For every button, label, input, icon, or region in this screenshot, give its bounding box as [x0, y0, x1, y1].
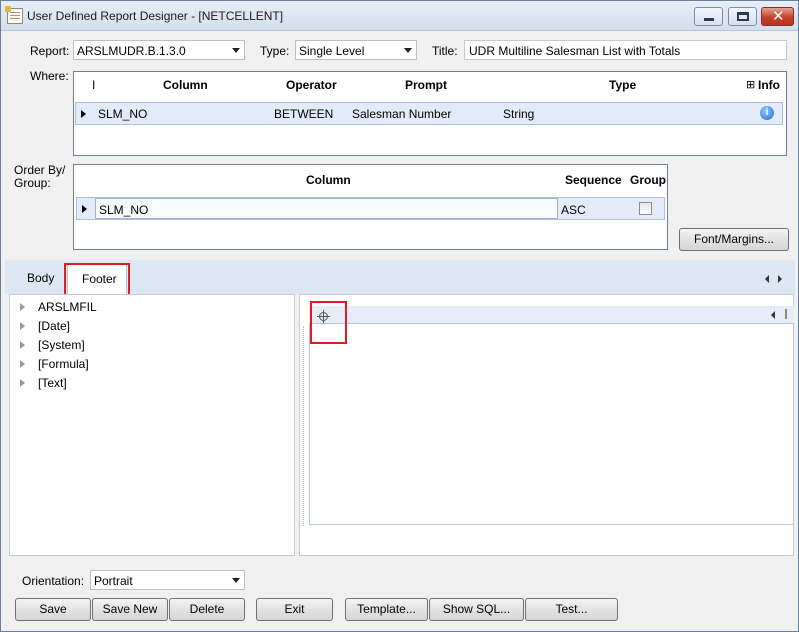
tab-scroll-right-icon[interactable] — [778, 275, 782, 283]
expand-arrow-icon[interactable] — [20, 379, 25, 387]
report-select[interactable]: ARSLMUDR.B.1.3.0 — [73, 40, 245, 60]
highlight-move-handle — [310, 301, 347, 344]
where-col-prompt: Prompt — [405, 78, 447, 92]
field-tree-panel: ARSLMFIL [Date] [System] [Formula] [Text… — [9, 294, 295, 556]
order-row-column-cell[interactable]: SLM_NO — [95, 198, 558, 219]
tree-item-label: ARSLMFIL — [38, 300, 97, 314]
row-selector-arrow-icon — [81, 110, 86, 118]
where-label: Where: — [30, 69, 69, 83]
scroll-left-icon[interactable] — [771, 311, 775, 319]
save-button[interactable]: Save — [15, 598, 91, 621]
order-by-label: Order By/ Group: — [14, 163, 66, 190]
save-new-button[interactable]: Save New — [92, 598, 168, 621]
where-row-column: SLM_NO — [98, 107, 148, 121]
expand-arrow-icon[interactable] — [20, 303, 25, 311]
tree-item-text[interactable]: [Text] — [10, 374, 290, 392]
font-margins-button[interactable]: Font/Margins... — [679, 228, 789, 251]
where-col-info: Info — [758, 78, 780, 92]
splitter[interactable] — [303, 326, 304, 526]
row-selector-arrow-icon — [82, 205, 87, 213]
report-select-value: ARSLMUDR.B.1.3.0 — [77, 44, 186, 58]
where-row-prompt: Salesman Number — [352, 107, 452, 121]
where-col-indicator: I — [92, 78, 96, 92]
template-button[interactable]: Template... — [345, 598, 428, 621]
app-report-icon — [5, 6, 23, 24]
maximize-icon — [737, 12, 749, 21]
window-title: User Defined Report Designer - [NETCELLE… — [27, 9, 284, 23]
orientation-label: Orientation: — [22, 574, 85, 588]
close-button[interactable]: ✕ — [761, 7, 794, 26]
title-bar: User Defined Report Designer - [NETCELLE… — [1, 1, 798, 31]
footer-design-header — [309, 306, 794, 324]
title-input-value: UDR Multiline Salesman List with Totals — [469, 44, 681, 58]
tree-item-label: [System] — [38, 338, 85, 352]
show-sql-button[interactable]: Show SQL... — [429, 598, 524, 621]
order-col-column: Column — [306, 173, 351, 187]
info-icon[interactable]: i — [760, 106, 774, 120]
expand-arrow-icon[interactable] — [20, 341, 25, 349]
footer-design-surface[interactable] — [309, 306, 794, 525]
title-label: Title: — [432, 44, 458, 58]
maximize-button[interactable] — [728, 7, 757, 26]
type-select[interactable]: Single Level — [295, 40, 417, 60]
where-col-column: Column — [163, 78, 208, 92]
tab-scroll-left-icon[interactable] — [765, 275, 769, 283]
close-icon: ✕ — [772, 8, 785, 25]
where-row-operator: BETWEEN — [274, 107, 334, 121]
minimize-button[interactable] — [694, 7, 723, 26]
report-designer-window: User Defined Report Designer - [NETCELLE… — [0, 0, 799, 632]
type-select-value: Single Level — [299, 44, 365, 58]
report-label: Report: — [30, 44, 70, 58]
order-row-sequence: ASC — [561, 203, 586, 217]
order-col-sequence: Sequence — [565, 173, 622, 187]
tree-item-label: [Formula] — [38, 357, 89, 371]
expand-arrow-icon[interactable] — [20, 322, 25, 330]
minimize-icon — [704, 18, 714, 21]
tree-item-formula[interactable]: [Formula] — [10, 355, 290, 373]
test-button[interactable]: Test... — [525, 598, 618, 621]
type-label: Type: — [260, 44, 290, 58]
where-col-operator: Operator — [286, 78, 337, 92]
chevron-down-icon — [232, 48, 240, 53]
order-row-column: SLM_NO — [99, 203, 149, 217]
delete-button[interactable]: Delete — [169, 598, 245, 621]
chevron-down-icon — [404, 48, 412, 53]
where-col-type: Type — [609, 78, 637, 92]
tab-body[interactable]: Body — [27, 271, 54, 285]
tree-item-date[interactable]: [Date] — [10, 317, 290, 335]
tree-item-system[interactable]: [System] — [10, 336, 290, 354]
title-input[interactable]: UDR Multiline Salesman List with Totals — [464, 40, 787, 60]
chevron-down-icon — [232, 578, 240, 583]
orientation-select-value: Portrait — [94, 574, 133, 588]
column-filter-icon: ⊞ — [746, 79, 756, 91]
scroll-right-edge[interactable] — [785, 309, 787, 319]
tree-item-label: [Date] — [38, 319, 71, 333]
expand-arrow-icon[interactable] — [20, 360, 25, 368]
group-checkbox[interactable] — [639, 202, 652, 215]
where-row-type: String — [503, 107, 535, 121]
orientation-select[interactable]: Portrait — [90, 570, 245, 590]
order-col-group: Group — [630, 173, 666, 187]
tree-item-arslmfil[interactable]: ARSLMFIL — [10, 298, 290, 316]
tree-item-label: [Text] — [38, 376, 67, 390]
exit-button[interactable]: Exit — [256, 598, 333, 621]
